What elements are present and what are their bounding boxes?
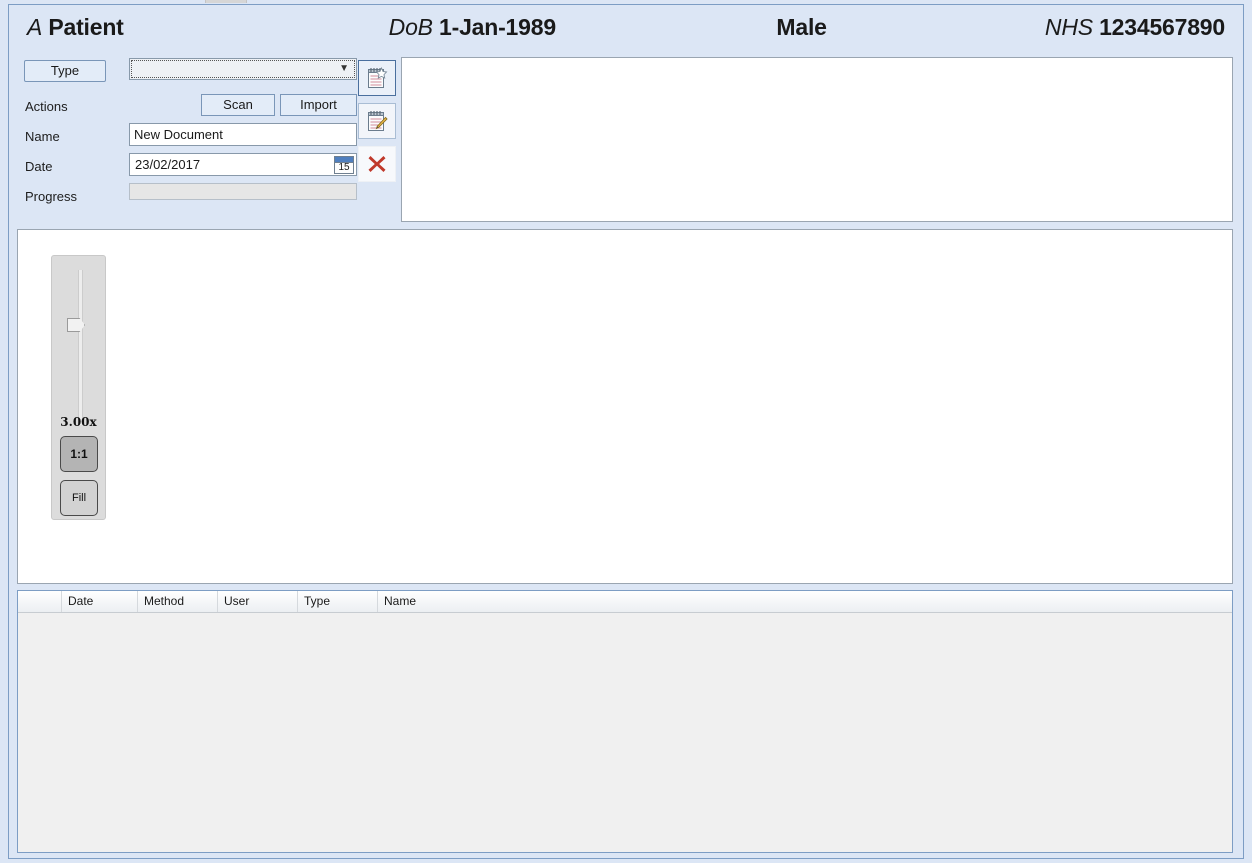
notes-text-panel[interactable] <box>401 57 1233 222</box>
sex-value: Male <box>776 14 827 40</box>
edit-note-button[interactable] <box>358 103 396 139</box>
actions-label: Actions <box>25 98 68 114</box>
notepad-edit-icon <box>368 111 388 131</box>
name-input[interactable] <box>129 123 357 146</box>
window-tab-sliver <box>205 0 247 3</box>
column-header-date[interactable]: Date <box>62 591 138 612</box>
nhs-label: NHS <box>1044 14 1093 40</box>
red-cross-icon <box>368 156 386 172</box>
calendar-icon[interactable]: 15 <box>334 155 354 174</box>
chevron-down-icon: ▼ <box>339 63 349 74</box>
column-header-method[interactable]: Method <box>138 591 218 612</box>
progress-label: Progress <box>25 188 78 204</box>
focus-ring <box>131 60 355 78</box>
column-header-user[interactable]: User <box>218 591 298 612</box>
new-note-button[interactable] <box>358 60 396 96</box>
dob-label: DoB <box>388 14 433 40</box>
patient-name: A Patient <box>27 14 327 41</box>
patient-header: A Patient DoB 1-Jan-1989 Male NHS 123456… <box>9 5 1243 50</box>
document-action-buttons <box>352 55 398 190</box>
date-value: 23/02/2017 <box>135 157 201 172</box>
column-header-type[interactable]: Type <box>298 591 378 612</box>
zoom-level-label: 3.00x <box>60 415 97 429</box>
delete-button[interactable] <box>358 146 396 182</box>
progress-bar <box>129 183 357 200</box>
type-button[interactable]: Type <box>24 60 106 82</box>
patient-dob: DoB 1-Jan-1989 <box>327 14 682 41</box>
calendar-icon-day: 15 <box>338 161 350 173</box>
patient-sex: Male <box>682 14 922 41</box>
patient-nhs: NHS 1234567890 <box>922 14 1225 41</box>
zoom-slider-track[interactable] <box>78 270 83 425</box>
nhs-value: 1234567890 <box>1099 14 1225 40</box>
document-window: A Patient DoB 1-Jan-1989 Male NHS 123456… <box>8 4 1244 859</box>
history-table: Date Method User Type Name <box>17 590 1233 853</box>
notepad-new-icon <box>368 66 388 88</box>
zoom-one-to-one-button[interactable]: 1:1 <box>60 436 98 472</box>
scan-button[interactable]: Scan <box>201 94 275 116</box>
patient-surname: Patient <box>48 14 124 40</box>
column-header-name[interactable]: Name <box>378 591 1232 612</box>
document-image-viewer[interactable]: 3.00x 1:1 Fill <box>17 229 1233 584</box>
dob-value: 1-Jan-1989 <box>439 14 556 40</box>
name-label: Name <box>25 128 60 144</box>
table-header-row: Date Method User Type Name <box>18 591 1232 613</box>
document-form: Type ▼ Actions Scan Import Name Date 23/… <box>17 53 357 213</box>
date-label: Date <box>25 158 53 174</box>
patient-initial: A <box>27 14 43 40</box>
column-header-blank[interactable] <box>18 591 62 612</box>
zoom-control-strip: 3.00x 1:1 Fill <box>51 255 106 520</box>
zoom-fill-button[interactable]: Fill <box>60 480 98 516</box>
import-button[interactable]: Import <box>280 94 357 116</box>
date-picker[interactable]: 23/02/2017 15 <box>129 153 357 176</box>
table-body[interactable] <box>18 613 1232 852</box>
type-combo[interactable]: ▼ <box>129 58 357 80</box>
